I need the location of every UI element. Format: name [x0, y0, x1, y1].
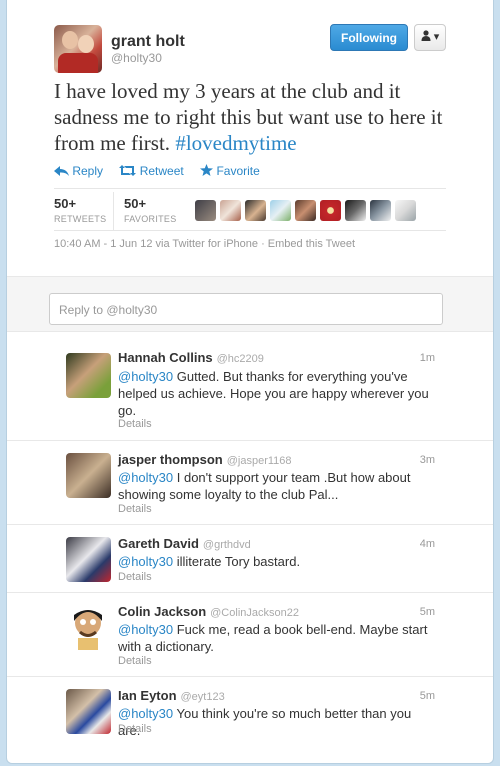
retweets-stat[interactable]: 50+ RETWEETS: [54, 196, 106, 224]
favoriter-avatar[interactable]: [370, 200, 391, 221]
reply-text: @holty30 Gutted. But thanks for everythi…: [118, 368, 436, 419]
favorites-label: FAVORITES: [124, 214, 177, 224]
reply-body: illiterate Tory bastard.: [173, 554, 301, 569]
reply-author[interactable]: Gareth David @grthdvd: [118, 536, 251, 551]
favoriter-avatar[interactable]: [395, 200, 416, 221]
reply-handle: @grthdvd: [202, 539, 251, 551]
reply-avatar[interactable]: [66, 353, 111, 398]
reply-avatar[interactable]: [66, 605, 111, 650]
reply-box-area: Reply to @holty30: [7, 276, 493, 332]
reply-name: Ian Eyton: [118, 688, 177, 703]
reply-handle: @hc2209: [216, 353, 264, 365]
favoriter-avatar[interactable]: [320, 200, 341, 221]
details-link[interactable]: Details: [118, 723, 152, 735]
favorite-label: Favorite: [216, 164, 260, 178]
reply-time[interactable]: 4m: [420, 538, 435, 550]
reply-text: @holty30 Fuck me, read a book bell-end. …: [118, 621, 436, 655]
favoriter-avatar[interactable]: [220, 200, 241, 221]
reply-tweet[interactable]: Gareth David @grthdvd 4m @holty30 illiter…: [7, 525, 493, 593]
reply-avatar[interactable]: [66, 453, 111, 498]
retweets-count: 50+: [54, 196, 77, 211]
author-name[interactable]: grant holt: [111, 33, 185, 51]
favoriter-avatar[interactable]: [245, 200, 266, 221]
reply-tweet[interactable]: jasper thompson @jasper1168 3m @holty30 I…: [7, 441, 493, 525]
details-link[interactable]: Details: [118, 418, 152, 430]
retweets-label: RETWEETS: [54, 214, 107, 224]
reply-handle: @eyt123: [180, 691, 225, 703]
reply-avatar[interactable]: [66, 537, 111, 582]
reply-arrow-icon: [54, 164, 69, 178]
person-icon: [421, 30, 434, 43]
mention-link[interactable]: @holty30: [118, 554, 173, 569]
star-icon: [200, 164, 214, 178]
tweet-embed-card: grant holt @holty30 Following ▾ I have l…: [6, 0, 494, 764]
reply-time[interactable]: 5m: [420, 690, 435, 702]
main-tweet: grant holt @holty30 Following ▾ I have l…: [7, 0, 493, 276]
author-handle[interactable]: @holty30: [111, 51, 162, 65]
hashtag-link[interactable]: #lovedmytime: [175, 131, 296, 155]
reply-name: Gareth David: [118, 536, 199, 551]
mention-link[interactable]: @holty30: [118, 369, 173, 384]
favorites-stat[interactable]: 50+ FAVORITES: [124, 196, 177, 224]
reply-input[interactable]: Reply to @holty30: [49, 293, 443, 325]
favorites-count: 50+: [124, 196, 147, 211]
reply-handle: @ColinJackson22: [210, 607, 299, 619]
reply-author[interactable]: Colin Jackson @ColinJackson22: [118, 604, 299, 619]
mention-link[interactable]: @holty30: [118, 706, 173, 721]
details-link[interactable]: Details: [118, 571, 152, 583]
mention-link[interactable]: @holty30: [118, 622, 173, 637]
author-avatar[interactable]: [54, 25, 102, 73]
reply-tweet[interactable]: Colin Jackson @ColinJackson22 5m @holty30…: [7, 593, 493, 677]
favoriter-avatar[interactable]: [345, 200, 366, 221]
reply-author[interactable]: jasper thompson @jasper1168: [118, 452, 292, 467]
reply-name: Colin Jackson: [118, 604, 207, 619]
divider: [54, 188, 446, 189]
favoriter-avatar[interactable]: [270, 200, 291, 221]
retweet-label: Retweet: [139, 164, 184, 178]
retweet-icon: [119, 164, 137, 178]
reply-time[interactable]: 5m: [420, 606, 435, 618]
tweet-actions: Reply Retweet Favorite: [54, 164, 273, 178]
favoriter-avatar[interactable]: [195, 200, 216, 221]
reply-name: jasper thompson: [118, 452, 223, 467]
favorite-action[interactable]: Favorite: [200, 164, 260, 178]
divider: [54, 230, 446, 231]
reply-tweet[interactable]: Hannah Collins @hc2209 1m @holty30 Gutted…: [7, 331, 493, 441]
reply-text: @holty30 I don't support your team .But …: [118, 469, 436, 503]
reply-text: @holty30 illiterate Tory bastard.: [118, 553, 436, 570]
tweet-text: I have loved my 3 years at the club and …: [54, 78, 444, 156]
details-link[interactable]: Details: [118, 655, 152, 667]
reply-avatar[interactable]: [66, 689, 111, 734]
reply-tweet[interactable]: Ian Eyton @eyt123 5m @holty30 You think y…: [7, 677, 493, 763]
reply-label: Reply: [72, 164, 104, 178]
reply-text: @holty30 You think you're so much better…: [118, 705, 436, 739]
caret-down-icon: ▾: [433, 31, 440, 43]
details-link[interactable]: Details: [118, 503, 152, 515]
stat-separator: [113, 192, 114, 230]
following-button[interactable]: Following: [330, 24, 408, 51]
reply-action[interactable]: Reply: [54, 164, 106, 178]
reply-author[interactable]: Hannah Collins @hc2209: [118, 350, 264, 365]
reply-author[interactable]: Ian Eyton @eyt123: [118, 688, 225, 703]
retweet-action[interactable]: Retweet: [119, 164, 187, 178]
tweet-meta[interactable]: 10:40 AM - 1 Jun 12 via Twitter for iPho…: [54, 238, 355, 250]
reply-handle: @jasper1168: [226, 455, 292, 467]
reply-time[interactable]: 1m: [420, 352, 435, 364]
mention-link[interactable]: @holty30: [118, 470, 173, 485]
favoriter-avatar[interactable]: [295, 200, 316, 221]
reply-time[interactable]: 3m: [420, 454, 435, 466]
reply-name: Hannah Collins: [118, 350, 213, 365]
user-actions-button[interactable]: ▾: [414, 24, 446, 51]
